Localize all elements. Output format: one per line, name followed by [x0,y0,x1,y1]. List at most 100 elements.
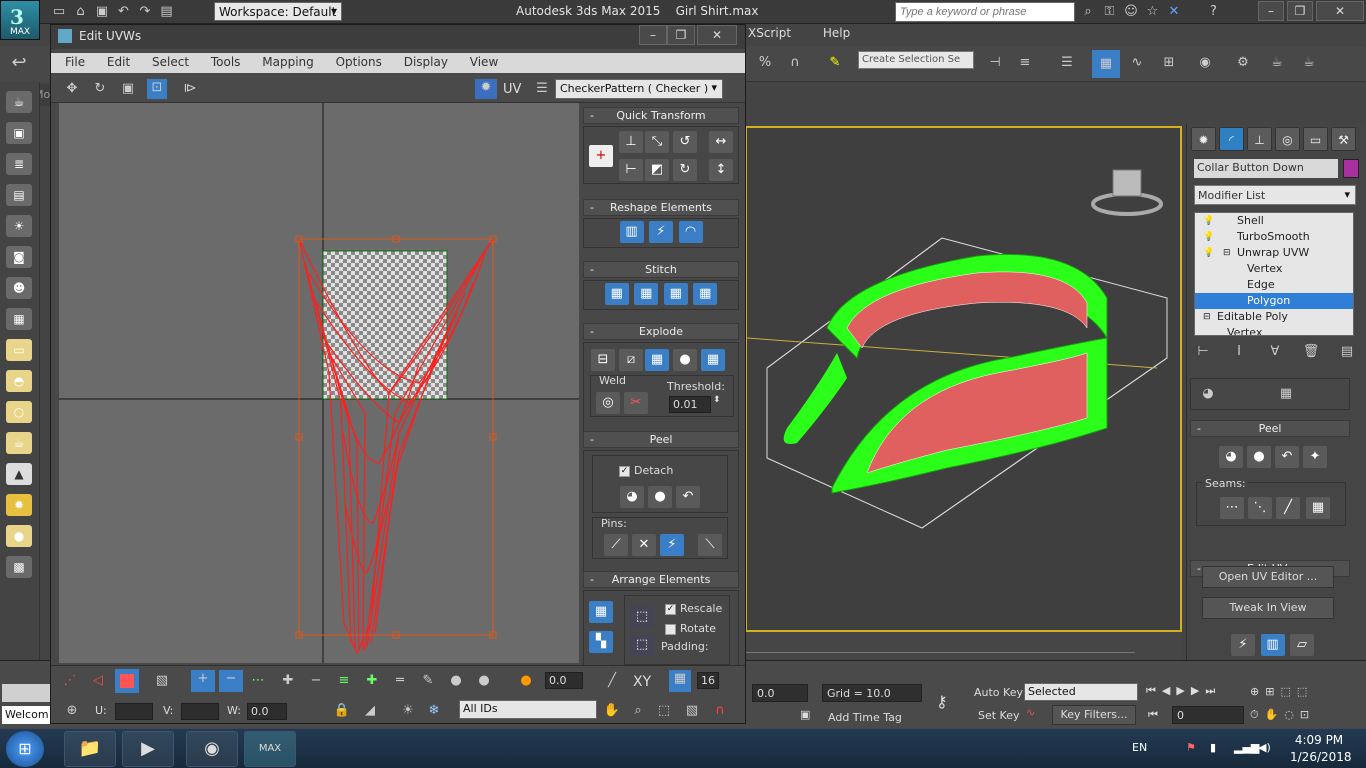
align-icon[interactable]: ≡ [1016,54,1034,72]
rescale-checkbox[interactable]: ✓ Rescale [665,602,722,615]
pack-in-place-icon[interactable]: ⬚ [630,634,654,656]
viewcube[interactable] [1091,164,1163,218]
sphere-icon[interactable]: ● [6,525,32,547]
language-indicator[interactable]: EN [1132,741,1147,754]
selection-set-dropdown[interactable]: Create Selection Se [858,51,974,69]
absolute-offset-icon[interactable]: ⊕ [63,702,81,720]
uv-maximize-button[interactable]: ❐ [667,25,695,45]
start-button[interactable]: ⊞ [6,731,44,767]
uv-menu-display[interactable]: Display [404,55,448,69]
flatten-by-polygon-icon[interactable]: ▦ [701,349,725,371]
snap-magnet-icon[interactable]: ∩ [711,702,729,720]
freeform-icon[interactable]: ⊡ [147,79,167,99]
vertex-mode-icon[interactable]: ⋰ [61,672,79,690]
peel-header[interactable]: Peel [583,431,739,448]
grow-selection-icon[interactable]: + [191,670,215,692]
auto-pin-icon[interactable]: ⚡ [660,534,684,556]
stack-item-unwrap-uvw[interactable]: 💡 ⊟ Unwrap UVW [1195,245,1353,261]
peel-rollout-header[interactable]: Peel [1190,420,1350,437]
straighten-selection-icon[interactable]: ▥ [619,221,644,243]
zoom-all-icon[interactable]: ⊞ [1265,685,1280,698]
explorer-taskbar-icon[interactable]: 📁 [64,731,116,767]
next-frame-icon[interactable]: ▶ [1191,684,1205,697]
paint-select-icon[interactable]: ✎ [419,672,437,690]
chrome-taskbar-icon[interactable]: ◉ [186,731,238,767]
uv-close-button[interactable]: ✕ [697,25,737,45]
uv-menu-options[interactable]: Options [336,55,382,69]
render-setup-icon[interactable]: ⚙ [1234,54,1252,72]
curve-editor-icon[interactable]: ∿ [1128,54,1146,72]
coord-z-field[interactable]: 0.0 [752,684,808,702]
move-icon[interactable]: ✥ [63,80,81,98]
u-field[interactable] [115,703,153,720]
reset-peel-icon[interactable]: ↶ [1275,446,1299,468]
align-vertical-icon[interactable]: ⊢ [619,159,643,181]
stack-subitem-edge[interactable]: Edge [1195,277,1353,293]
peel-tool-icon[interactable]: ◕ [1199,385,1217,403]
select-pins-icon[interactable]: ⟍ [698,534,722,556]
show-map-icon[interactable]: ✹ [475,79,497,99]
go-to-start-icon[interactable]: ⏮ [1146,684,1162,697]
auto-key-button[interactable]: Auto Key [974,686,1023,699]
unpin-icon[interactable]: ✕ [632,534,656,556]
stitch-average-icon[interactable]: ▦ [634,283,659,305]
head-icon[interactable]: ☻ [6,277,32,299]
xy-label[interactable]: XY [633,674,651,690]
undo-icon[interactable]: ↶ [115,3,133,21]
set-pivot-icon[interactable]: + [589,145,613,167]
volume-icon[interactable]: ◀) [1258,741,1271,754]
edit-named-selection-icon[interactable]: ✎ [826,54,844,72]
uv-reset-peel-icon[interactable]: ↶ [676,486,700,508]
material-editor-icon[interactable]: ◉ [1196,54,1214,72]
hierarchy-tab-icon[interactable]: ⊥ [1247,127,1272,151]
uv-canvas[interactable] [59,103,579,663]
polygon-mode-icon[interactable] [115,669,139,693]
set-key-button[interactable]: Set Key [978,709,1020,722]
display-tab-icon[interactable]: ▭ [1303,127,1328,151]
relax-icon[interactable]: ⚡ [649,221,673,243]
falloff-icon[interactable]: ╱ [603,672,621,690]
soft-selection-icon[interactable]: ● [517,672,535,690]
render-production-icon[interactable]: ☕ [1300,54,1318,72]
undo-arrow-icon[interactable]: ↩ [10,54,28,72]
shrink-loop-icon[interactable]: − [307,672,325,690]
zoom-uv-icon[interactable]: ⌕ [629,702,647,720]
uv-menu-file[interactable]: File [65,55,85,69]
box-photo-icon[interactable]: ▣ [6,122,32,144]
stitch-to-source-icon[interactable]: ▦ [663,283,688,305]
soft-value-field[interactable]: 0.0 [545,672,583,689]
go-to-end-icon[interactable]: ⏭ [1205,684,1221,697]
make-unique-icon[interactable]: ∀ [1266,343,1284,361]
mesh-grid-icon[interactable]: ▩ [6,556,32,578]
configure-sets-icon[interactable]: ▤ [1338,343,1356,361]
minimize-button[interactable]: – [1258,1,1284,21]
project-folder-icon[interactable]: ▤ [158,3,176,21]
script-listener-input[interactable] [2,684,50,702]
freeze-light-icon[interactable]: ☀ [399,702,417,720]
straighten-icon[interactable]: ◩ [645,159,669,181]
lightbulb-icon[interactable]: 💡 [1203,245,1214,261]
snap-icon[interactable]: ▦ [669,670,691,692]
binoculars-icon[interactable]: ⌕ [1079,3,1097,21]
time-tag-lock-icon[interactable]: ▣ [800,708,810,721]
play-icon[interactable]: ▶ [1176,684,1190,697]
key-icon[interactable]: ⚿ [1101,3,1119,21]
quick-peel-icon[interactable]: ◕ [1219,446,1243,468]
stack-subitem-polygon[interactable]: Polygon [1195,293,1353,309]
signal-icon[interactable]: ▂▄▆ [1234,741,1259,754]
snowflake-icon[interactable]: ❄ [425,702,443,720]
network-warning-icon[interactable]: ⚑ [1186,741,1196,754]
clock-time[interactable]: 4:09 PM [1294,733,1344,747]
app-logo-button[interactable]: 3 MAX [0,0,40,40]
spin-value-field[interactable]: 16 [697,672,719,689]
light-bulb-icon[interactable]: ☀ [6,215,32,237]
stack-subitem-vertex-poly[interactable]: Vertex [1195,325,1353,335]
pack-together-icon[interactable]: ▚ [589,631,613,653]
create-tab-icon[interactable]: ✹ [1191,127,1216,151]
zoom-region-icon[interactable]: ⬚ [655,702,673,720]
uv-menu-select[interactable]: Select [152,55,189,69]
uv-menu-tools[interactable]: Tools [211,55,241,69]
uv-menu-mapping[interactable]: Mapping [262,55,314,69]
relax-settings-icon[interactable]: ◠ [678,221,703,243]
pan-hand-icon[interactable]: ✋ [1265,708,1285,721]
